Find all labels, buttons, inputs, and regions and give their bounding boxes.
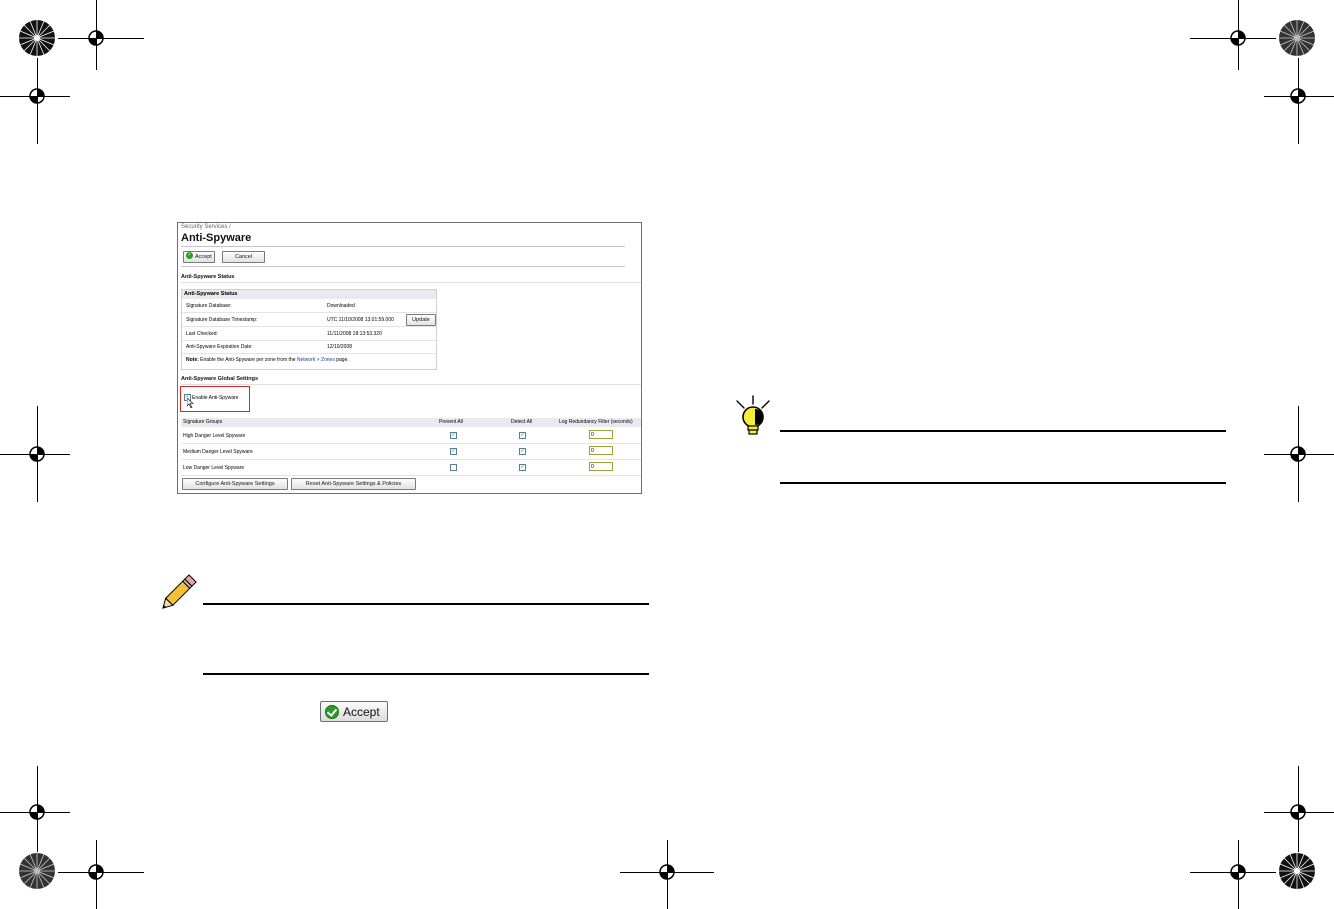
global-settings-header: Anti-Spyware Global Settings <box>181 376 259 382</box>
detect-all-checkbox[interactable]: ✓ <box>519 464 526 471</box>
table-row: Low Danger Level Spyware ✓ 0 <box>181 460 641 476</box>
starburst-icon <box>1279 853 1315 889</box>
tip-top-rule <box>780 430 1226 432</box>
tip-bottom-rule <box>780 482 1226 484</box>
status-note: Note: Enable the Anti-Spyware per zone f… <box>186 357 349 363</box>
divider <box>181 266 625 267</box>
table-row: High Danger Level Spyware ✓ ✓ 0 <box>181 428 641 444</box>
signature-groups-header: Signature Groups Prevent All Detect All … <box>181 418 641 427</box>
registration-mark-icon <box>29 88 45 104</box>
divider <box>181 282 641 283</box>
pencil-icon <box>162 574 197 609</box>
note-top-rule <box>203 603 649 605</box>
enable-anti-spyware-label: Enable Anti-Spyware <box>192 395 239 401</box>
mouse-cursor-icon <box>187 398 194 408</box>
status-box: Anti-Spyware Status Signature Database: … <box>181 289 437 370</box>
log-filter-input[interactable]: 0 <box>589 462 613 471</box>
prevent-all-checkbox[interactable]: ✓ <box>450 448 457 455</box>
configure-anti-spyware-button[interactable]: Configure Anti-Spyware Settings <box>182 478 288 490</box>
log-filter-input[interactable]: 0 <box>589 430 613 439</box>
checkmark-icon: ✓ <box>186 252 193 260</box>
registration-mark-icon <box>1290 804 1306 820</box>
accept-button[interactable]: ✓ Accept <box>183 251 215 263</box>
registration-mark-icon <box>659 864 675 880</box>
log-filter-input[interactable]: 0 <box>589 446 613 455</box>
note-bottom-rule <box>203 673 649 675</box>
prevent-all-checkbox[interactable] <box>450 464 457 471</box>
network-zones-link[interactable]: Network > Zones <box>297 357 335 363</box>
lightbulb-icon <box>736 395 770 435</box>
status-section-header: Anti-Spyware Status <box>181 274 235 280</box>
breadcrumb: Security Services / <box>181 224 231 230</box>
page-title: Anti-Spyware <box>181 232 252 244</box>
registration-mark-icon <box>1230 864 1246 880</box>
prevent-all-checkbox[interactable]: ✓ <box>450 432 457 439</box>
cancel-button[interactable]: Cancel <box>222 251 265 263</box>
status-row: Signature Database: Downloaded <box>182 299 436 313</box>
registration-mark-icon <box>1290 446 1306 462</box>
registration-mark-icon <box>29 446 45 462</box>
registration-mark-icon <box>88 864 104 880</box>
status-row: Signature Database Timestamp: UTC 11/10/… <box>182 313 436 327</box>
status-box-header: Anti-Spyware Status <box>182 290 436 299</box>
detect-all-checkbox[interactable]: ✓ <box>519 432 526 439</box>
divider <box>181 384 641 385</box>
reset-anti-spyware-button[interactable]: Reset Anti-Spyware Settings & Policies <box>291 478 416 490</box>
registration-mark-icon <box>1230 30 1246 46</box>
accept-button[interactable]: Accept <box>320 701 388 722</box>
registration-mark-icon <box>1290 88 1306 104</box>
detect-all-checkbox[interactable]: ✓ <box>519 448 526 455</box>
status-row: Last Checked: 11/11/2008 18:13:53.320 <box>182 327 436 341</box>
checkmark-icon <box>325 705 339 719</box>
status-row: Anti-Spyware Expiration Date: 12/10/2008 <box>182 340 436 354</box>
table-row: Medium Danger Level Spyware ✓ ✓ 0 <box>181 444 641 460</box>
registration-mark-icon <box>29 804 45 820</box>
starburst-icon <box>19 853 55 889</box>
registration-mark-icon <box>88 30 104 46</box>
starburst-icon <box>19 20 55 56</box>
starburst-icon <box>1279 20 1315 56</box>
update-button[interactable]: Update <box>406 314 436 326</box>
divider <box>181 246 625 247</box>
anti-spyware-screenshot: Security Services / Anti-Spyware ✓ Accept… <box>177 222 642 494</box>
